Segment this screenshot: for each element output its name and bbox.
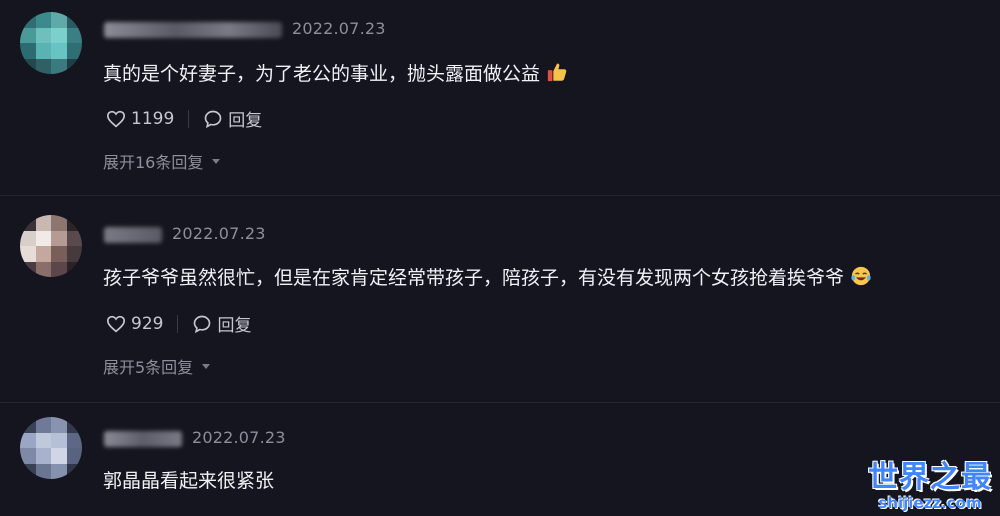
comment-item: 2022.07.23 真的是个好妻子，为了老公的事业，抛头露面做公益 1199 … [0, 0, 1000, 195]
expand-replies-button[interactable]: 展开5条回复 [103, 354, 211, 378]
like-button[interactable]: 929 [106, 314, 163, 334]
reply-button[interactable]: 回复 [192, 311, 251, 336]
caret-down-icon [202, 363, 211, 369]
username-blurred[interactable] [104, 227, 162, 243]
reply-label: 回复 [228, 111, 263, 131]
comment-bubble-icon [204, 110, 222, 128]
heart-icon [106, 110, 126, 127]
comment-bubble-icon [194, 315, 211, 333]
divider [188, 109, 190, 128]
avatar[interactable] [20, 215, 82, 277]
username-blurred[interactable] [104, 22, 282, 38]
site-watermark-logo: 世界之最 shijiezz.com [868, 460, 992, 512]
like-count: 929 [131, 313, 164, 334]
comment-date: 2022.07.23 [292, 19, 386, 38]
reply-label: 回复 [217, 316, 252, 336]
comment-text: 真的是个好妻子，为了老公的事业，抛头露面做公益 [103, 59, 568, 86]
expand-replies-button[interactable]: 展开16条回复 [103, 149, 221, 173]
divider [177, 314, 179, 333]
like-button[interactable]: 1199 [106, 109, 174, 129]
caret-down-icon [212, 158, 221, 164]
watermark-url: shijiezz.com [878, 494, 982, 512]
avatar[interactable] [20, 417, 82, 479]
heart-icon [106, 315, 126, 332]
like-count: 1199 [131, 108, 175, 129]
comment-actions: 929 回复 [106, 311, 251, 336]
comment-text: 郭晶晶看起来很紧张 [103, 470, 275, 492]
expand-replies-label: 展开5条回复 [103, 358, 194, 377]
comment-date: 2022.07.23 [192, 428, 286, 447]
comment-item: 2022.07.23 郭晶晶看起来很紧张 [0, 402, 1000, 516]
laughing-tears-icon [851, 266, 871, 286]
comment-actions: 1199 回复 [106, 106, 262, 131]
comment-item: 2022.07.23 孩子爷爷虽然很忙，但是在家肯定经常带孩子，陪孩子，有没有发… [0, 195, 1000, 403]
thumbs-up-icon [547, 63, 567, 82]
reply-button[interactable]: 回复 [203, 106, 262, 131]
avatar[interactable] [20, 12, 82, 74]
expand-replies-label: 展开16条回复 [103, 153, 204, 172]
watermark-title: 世界之最 [868, 460, 992, 495]
comment-text: 孩子爷爷虽然很忙，但是在家肯定经常带孩子，陪孩子，有没有发现两个女孩抢着挨爷爷 [103, 263, 872, 290]
comment-date: 2022.07.23 [172, 224, 266, 243]
username-blurred[interactable] [104, 431, 182, 447]
